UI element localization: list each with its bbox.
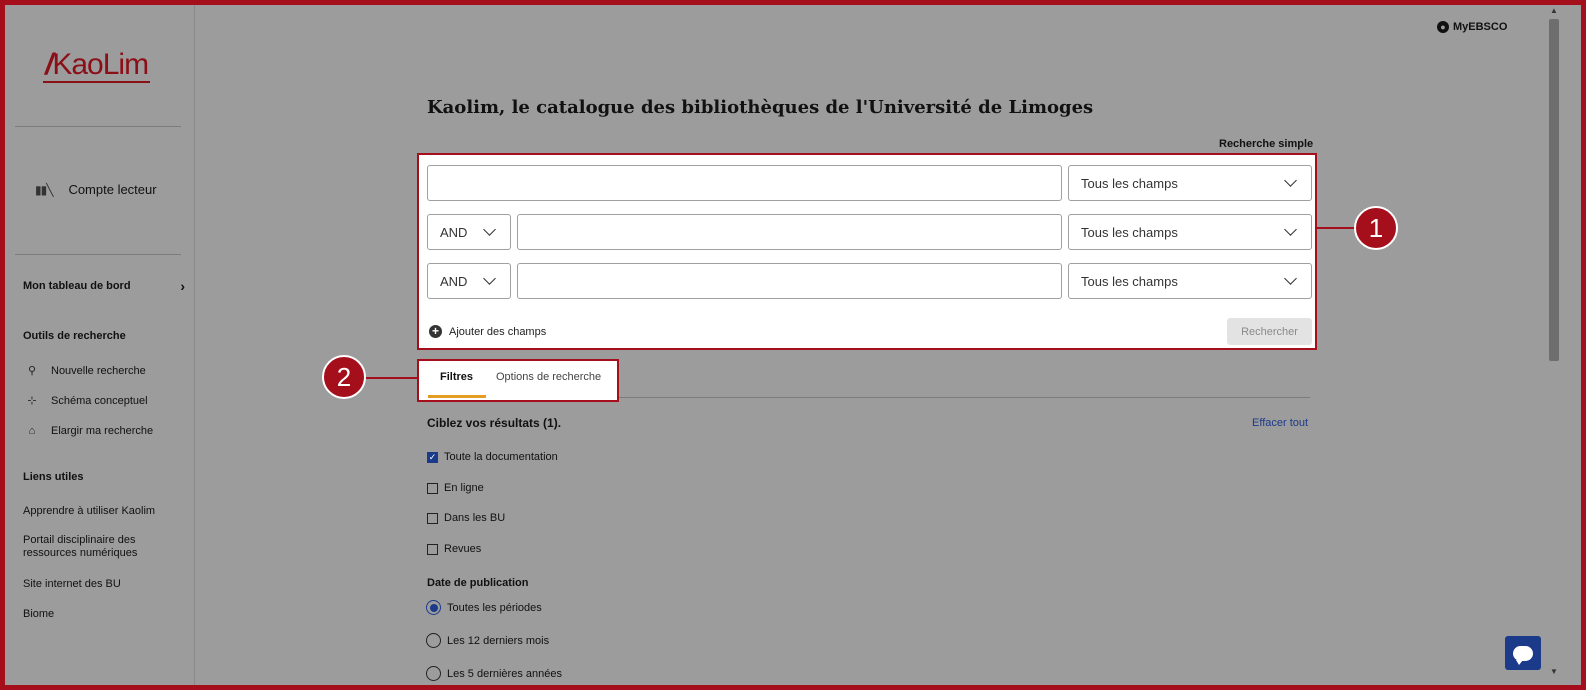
filter-checkbox-all[interactable]: ✓ Toute la documentation [427, 451, 558, 463]
sidebar-item-concept-map[interactable]: ⊹ Schéma conceptuel [25, 394, 148, 408]
checkbox-icon [427, 543, 438, 555]
tabs-bar: Filtres Options de recherche [417, 359, 619, 402]
link-portal[interactable]: Portail disciplinaire des ressources num… [23, 534, 153, 560]
myebsco-button[interactable]: ● MyEBSCO [1437, 21, 1507, 33]
scroll-up-icon[interactable]: ▲ [1550, 6, 1558, 15]
filter-checkbox-journals[interactable]: Revues [427, 543, 481, 555]
chevron-down-icon [483, 272, 496, 285]
link-bu-site[interactable]: Site internet des BU [23, 578, 183, 591]
search-input-2[interactable] [517, 214, 1062, 250]
annotation-connector [1317, 227, 1357, 229]
operator-value: AND [440, 273, 468, 289]
account-label: Compte lecteur [68, 182, 157, 197]
scroll-down-icon[interactable]: ▼ [1550, 667, 1558, 676]
date-filter-title: Date de publication [427, 577, 529, 589]
field-select-value: Tous les champs [1081, 175, 1178, 191]
chevron-down-icon [1284, 174, 1297, 187]
tabs-divider [619, 397, 1310, 398]
dashboard-link[interactable]: Mon tableau de bord › [23, 278, 185, 294]
links-heading: Liens utiles [23, 471, 84, 483]
add-fields-label: Ajouter des champs [449, 325, 547, 338]
sidebar-divider [15, 126, 181, 127]
link-biome[interactable]: Biome [23, 608, 183, 621]
checkbox-icon [427, 482, 438, 494]
sidebar: /KaoLim ▮▮╲ Compte lecteur Mon tableau d… [5, 5, 195, 685]
account-link[interactable]: ▮▮╲ Compte lecteur [35, 182, 157, 197]
operator-value: AND [440, 224, 468, 240]
field-select-2[interactable]: Tous les champs [1068, 214, 1312, 250]
tools-heading: Outils de recherche [23, 330, 126, 342]
checkbox-checked-icon: ✓ [427, 451, 438, 463]
date-option-5-years[interactable]: Les 5 dernières années [426, 666, 562, 681]
page-scrollbar[interactable]: ▲ ▼ [1547, 5, 1561, 685]
field-select-1[interactable]: Tous les champs [1068, 165, 1312, 201]
filter-checkbox-online[interactable]: En ligne [427, 482, 484, 494]
simple-search-link[interactable]: Recherche simple [1219, 138, 1313, 150]
radio-label: Les 12 derniers mois [447, 634, 550, 647]
field-select-value: Tous les champs [1081, 224, 1178, 240]
search-button[interactable]: Rechercher [1227, 318, 1312, 345]
search-input-3[interactable] [517, 263, 1062, 299]
tab-search-options[interactable]: Options de recherche [496, 371, 601, 383]
add-fields-button[interactable]: + Ajouter des champs [429, 325, 546, 338]
radio-selected-icon [426, 600, 441, 615]
sidebar-item-label: Elargir ma recherche [51, 425, 154, 437]
sidebar-divider [15, 254, 181, 255]
page-title: Kaolim, le catalogue des bibliothèques d… [427, 97, 1094, 118]
radio-label: Les 5 dernières années [447, 667, 562, 680]
myebsco-label: MyEBSCO [1453, 21, 1508, 33]
scroll-thumb[interactable] [1549, 19, 1559, 361]
tab-filters[interactable]: Filtres [440, 371, 473, 383]
chevron-down-icon [1284, 272, 1297, 285]
chat-bubble-icon [1513, 645, 1533, 665]
dashboard-label: Mon tableau de bord [23, 280, 131, 292]
concept-map-icon: ⊹ [27, 395, 37, 407]
date-option-12-months[interactable]: Les 12 derniers mois [426, 633, 549, 648]
link-learn-kaolim[interactable]: Apprendre à utiliser Kaolim [23, 505, 183, 518]
advanced-search-form: Tous les champs AND Tous les champs AND … [417, 153, 1317, 350]
chevron-down-icon [1284, 223, 1297, 236]
active-tab-indicator [428, 395, 486, 398]
radio-label: Toutes les périodes [447, 601, 542, 614]
field-select-3[interactable]: Tous les champs [1068, 263, 1312, 299]
clear-all-link[interactable]: Effacer tout [1252, 417, 1308, 429]
checkbox-label: En ligne [444, 482, 484, 494]
annotation-connector [365, 377, 418, 379]
radio-icon [426, 666, 441, 681]
kaolim-logo[interactable]: /KaoLim [43, 49, 151, 83]
checkbox-icon [427, 512, 438, 524]
library-books-icon: ▮▮╲ [35, 182, 53, 197]
search-input-1[interactable] [427, 165, 1062, 201]
plus-circle-icon: + [429, 325, 442, 338]
date-option-all[interactable]: Toutes les périodes [426, 600, 542, 615]
radio-icon [426, 633, 441, 648]
field-select-value: Tous les champs [1081, 273, 1178, 289]
sidebar-item-broaden-search[interactable]: ⌂ Elargir ma recherche [25, 425, 153, 437]
user-icon: ● [1437, 21, 1449, 33]
operator-select-3[interactable]: AND [427, 263, 511, 299]
checkbox-label: Toute la documentation [444, 451, 558, 463]
institution-icon: ⌂ [28, 425, 36, 437]
sidebar-item-new-search[interactable]: ⚲ Nouvelle recherche [25, 364, 146, 378]
filter-checkbox-in-bu[interactable]: Dans les BU [427, 512, 505, 524]
sidebar-item-label: Nouvelle recherche [51, 364, 146, 377]
chat-button[interactable] [1505, 636, 1541, 670]
annotation-badge-1: 1 [1354, 206, 1398, 250]
checkbox-label: Revues [444, 543, 482, 555]
operator-select-2[interactable]: AND [427, 214, 511, 250]
checkbox-label: Dans les BU [444, 512, 506, 524]
annotation-badge-2: 2 [322, 355, 366, 399]
refine-title: Ciblez vos résultats (1). [427, 416, 562, 430]
chevron-down-icon [483, 223, 496, 236]
chevron-right-icon: › [180, 278, 185, 294]
sidebar-item-label: Schéma conceptuel [51, 394, 148, 407]
search-icon: ⚲ [27, 365, 37, 377]
